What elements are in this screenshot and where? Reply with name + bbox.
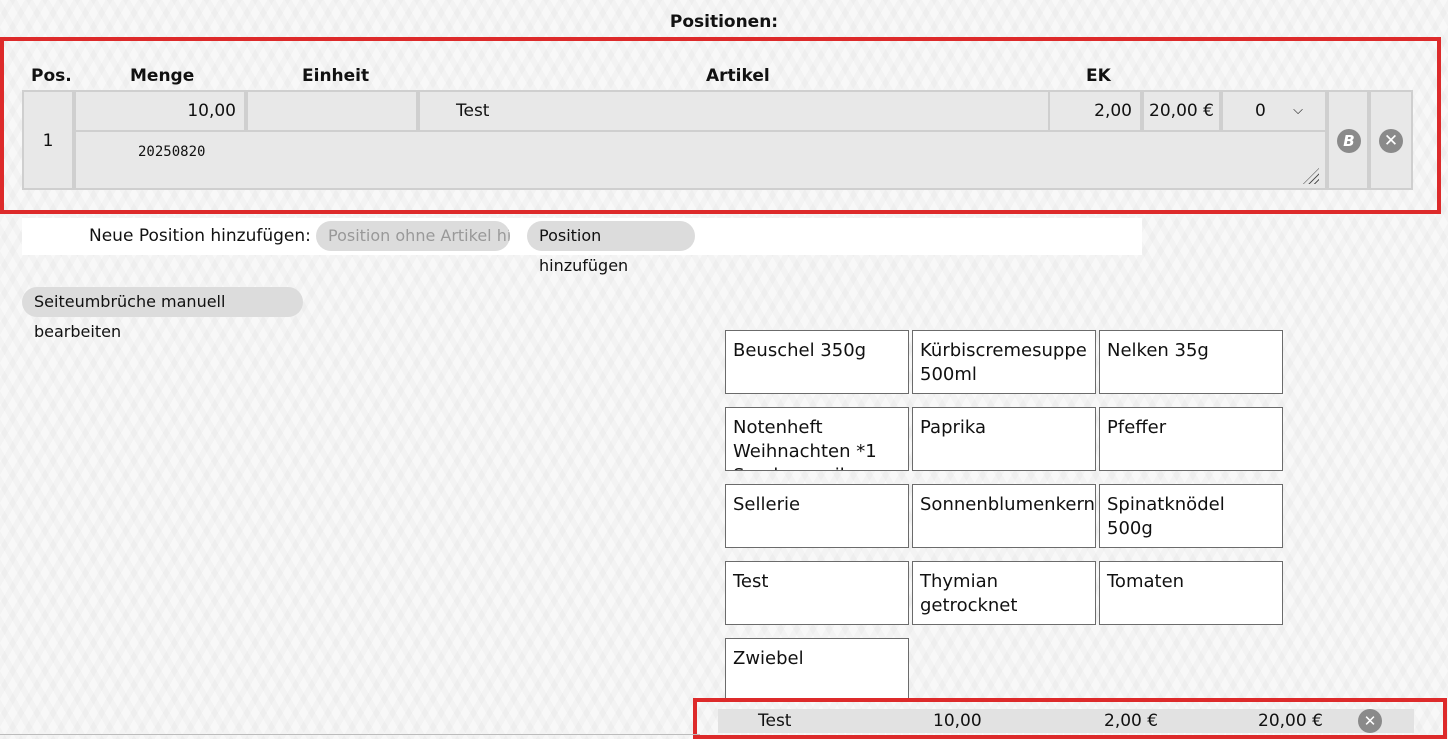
note-textarea[interactable]: 20250820 (74, 130, 1327, 190)
divider (0, 734, 700, 735)
article-tile[interactable]: Paprika (912, 407, 1096, 471)
article-tile[interactable]: Tomaten (1099, 561, 1283, 625)
line-total: 20,00 € (1142, 90, 1221, 132)
article-tile[interactable]: Spinatknödel 500g (1099, 484, 1283, 548)
header-ek: EK (1086, 66, 1111, 86)
article-tile[interactable]: Thymian getrocknet (912, 561, 1096, 625)
tax-select[interactable]: 0 ⌵ (1221, 90, 1327, 132)
article-tile[interactable]: Beuschel 350g (725, 330, 909, 394)
article-tile[interactable]: Sonnenblumenkerne (912, 484, 1096, 548)
edit-page-breaks-button[interactable]: Seiteumbrüche manuell bearbeiten (22, 287, 303, 341)
resize-handle-icon[interactable] (1303, 168, 1319, 184)
header-pos: Pos. (31, 66, 72, 86)
add-position-without-article-button[interactable]: Position ohne Artikel hin (316, 221, 510, 251)
article-tile[interactable]: Nelken 35g (1099, 330, 1283, 394)
chevron-down-icon: ⌵ (1293, 103, 1303, 118)
b-icon[interactable]: B (1337, 129, 1361, 153)
unit-input[interactable] (246, 90, 418, 132)
header-artikel: Artikel (706, 66, 770, 86)
article-tile[interactable]: Notenheft Weihnachten *1 Sondermusik (725, 407, 909, 471)
add-position-button[interactable]: Position hinzufügen (527, 221, 695, 275)
article-tile[interactable]: Zwiebel (725, 638, 909, 702)
b-button-cell: B (1327, 90, 1369, 190)
article-tile[interactable]: Test (725, 561, 909, 625)
section-title: Positionen: (669, 12, 779, 32)
header-einheit: Einheit (302, 66, 370, 86)
article-input[interactable]: Test (418, 90, 1050, 132)
delete-button-cell: ✕ (1369, 90, 1413, 190)
tax-select-value: 0 (1255, 101, 1266, 121)
position-number: 1 (22, 90, 74, 190)
article-tile[interactable]: Pfeffer (1099, 407, 1283, 471)
add-position-label: Neue Position hinzufügen: (89, 226, 311, 246)
purchase-price-input[interactable]: 2,00 (1048, 90, 1142, 132)
note-text: 20250820 (138, 144, 206, 160)
article-tile[interactable]: Sellerie (725, 484, 909, 548)
highlight-frame-summary (693, 698, 1447, 739)
quantity-input[interactable]: 10,00 (74, 90, 246, 132)
header-menge: Menge (130, 66, 195, 86)
close-icon[interactable]: ✕ (1379, 129, 1403, 153)
article-tile[interactable]: Kürbiscremesuppe 500ml (912, 330, 1096, 394)
